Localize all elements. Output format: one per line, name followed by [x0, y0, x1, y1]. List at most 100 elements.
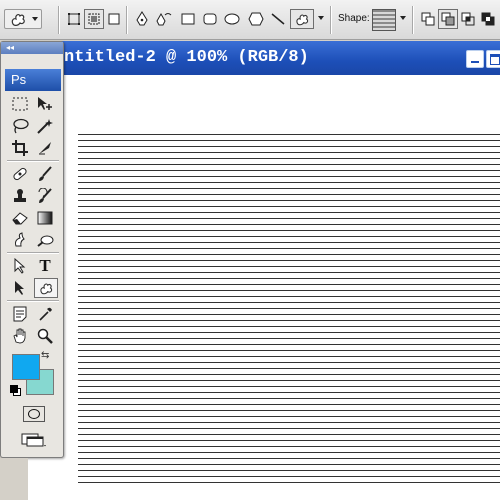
gradient-tool[interactable] [34, 208, 56, 228]
move-tool[interactable] [34, 94, 56, 114]
fill-pixels-button[interactable] [104, 9, 124, 29]
path-selection-tool[interactable] [9, 256, 31, 276]
rectangle-icon [181, 13, 195, 25]
swap-colors-icon[interactable]: ⇆ [41, 350, 49, 361]
pen-tool-button[interactable] [132, 9, 152, 29]
brush-icon [39, 166, 52, 181]
rounded-rectangle-icon [203, 13, 217, 25]
healing-brush-icon [13, 167, 27, 181]
slice-icon [39, 142, 51, 155]
freeform-pen-button[interactable] [154, 9, 174, 29]
shape-layers-button[interactable] [64, 9, 84, 29]
path-selection-icon [14, 258, 26, 274]
maximize-button[interactable] [486, 50, 500, 68]
healing-brush-tool[interactable] [9, 164, 31, 184]
gradient-icon [37, 211, 53, 225]
document-title-bar[interactable]: ntitled-2 @ 100% (RGB/8) [28, 41, 500, 75]
eraser-icon [12, 212, 28, 225]
zoom-icon [37, 328, 53, 344]
ellipse-icon [224, 13, 240, 25]
document-title: ntitled-2 @ 100% (RGB/8) [64, 48, 309, 67]
exclude-shape-button[interactable] [478, 9, 498, 29]
custom-shape-tool[interactable] [34, 278, 58, 298]
marquee-icon [12, 97, 28, 111]
clone-stamp-tool[interactable] [9, 186, 31, 206]
document-window: ntitled-2 @ 100% (RGB/8) [28, 41, 500, 500]
custom-shape-icon [11, 13, 25, 26]
chevron-down-icon [32, 17, 38, 21]
intersect-shape-button[interactable] [458, 9, 478, 29]
add-icon [421, 12, 435, 26]
slice-tool[interactable] [34, 138, 56, 158]
hand-icon [13, 328, 26, 344]
clone-stamp-icon [14, 189, 26, 202]
pen-icon [136, 11, 148, 26]
ellipse-tool-button[interactable] [222, 9, 242, 29]
line-tool-button[interactable] [268, 9, 288, 29]
photoshop-logo[interactable]: Ps [5, 69, 61, 91]
screen-mode-icon [21, 433, 46, 447]
eyedropper-tool[interactable] [34, 304, 56, 324]
eraser-tool[interactable] [9, 208, 31, 228]
marquee-tool[interactable] [9, 94, 31, 114]
document-canvas[interactable] [28, 75, 500, 500]
line-icon [271, 13, 285, 25]
subtract-from-shape-button[interactable] [438, 9, 458, 29]
custom-shape-tool-button[interactable] [290, 9, 314, 29]
dodge-icon [37, 235, 54, 247]
type-icon: T [39, 256, 51, 275]
polygon-tool-button[interactable] [246, 9, 266, 29]
crop-tool[interactable] [9, 138, 31, 158]
type-tool[interactable]: T [34, 256, 56, 276]
toolbox-header[interactable]: ◂◂ [1, 42, 63, 54]
zoom-tool[interactable] [34, 326, 56, 346]
shape-layers-icon [68, 13, 80, 25]
custom-shape-icon [40, 283, 53, 295]
shape-picker[interactable] [372, 9, 396, 31]
intersect-icon [461, 12, 475, 26]
notes-icon [13, 306, 27, 322]
magic-wand-icon [37, 119, 53, 134]
add-to-shape-button[interactable] [418, 9, 438, 29]
tool-preset-picker[interactable] [4, 9, 42, 29]
magic-wand-tool[interactable] [34, 116, 56, 136]
screen-mode-button[interactable] [21, 432, 47, 447]
paths-button[interactable] [84, 9, 104, 29]
rounded-rectangle-tool-button[interactable] [200, 9, 220, 29]
chevron-down-icon[interactable] [318, 16, 324, 20]
fill-pixels-icon [108, 13, 120, 25]
history-brush-tool[interactable] [34, 186, 56, 206]
notes-tool[interactable] [9, 304, 31, 324]
rectangle-tool-button[interactable] [178, 9, 198, 29]
shape-label: Shape: [338, 13, 370, 24]
blur-icon [15, 232, 25, 247]
exclude-icon [481, 12, 495, 26]
crop-icon [12, 140, 28, 156]
eyedropper-icon [39, 307, 52, 321]
freeform-pen-icon [156, 12, 172, 26]
custom-shape-icon [296, 14, 309, 26]
chevron-down-icon[interactable] [400, 16, 406, 20]
hand-tool[interactable] [9, 326, 31, 346]
minimize-button[interactable] [466, 50, 484, 68]
options-bar: Shape: [0, 0, 500, 40]
collapse-icon[interactable]: ◂◂ [6, 43, 14, 53]
shape-line [78, 482, 500, 488]
brush-tool[interactable] [34, 164, 56, 184]
default-colors-icon[interactable] [10, 385, 21, 396]
workspace-background [0, 458, 28, 500]
foreground-color-swatch[interactable] [12, 354, 40, 380]
subtract-icon [441, 12, 455, 26]
dodge-tool[interactable] [34, 230, 56, 250]
blur-tool[interactable] [9, 230, 31, 250]
history-brush-icon [38, 188, 52, 203]
quick-mask-button[interactable] [23, 406, 45, 422]
quick-mask-icon [28, 409, 40, 419]
polygon-icon [248, 12, 264, 26]
direct-selection-icon [15, 281, 24, 295]
move-icon [38, 97, 52, 110]
lasso-tool[interactable] [9, 116, 31, 136]
toolbox-panel: ◂◂ Ps T ⇆ [0, 41, 64, 458]
direct-selection-tool[interactable] [9, 278, 31, 298]
horizontal-lines-shape [78, 134, 500, 488]
